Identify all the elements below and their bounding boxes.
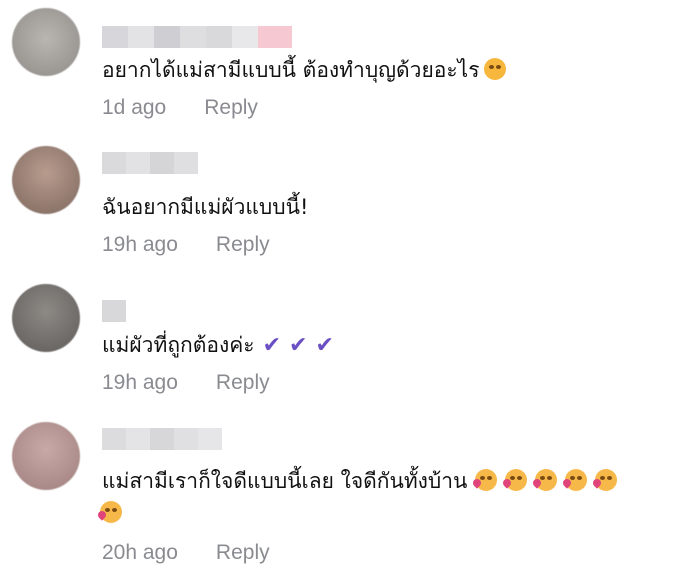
smiling-face-with-hearts-icon xyxy=(96,501,122,523)
comment-text-content: แม่สามีเราก็ใจดีแบบนี้เลย ใจดีกันทั้งบ้า… xyxy=(102,469,468,493)
comment-text-content: แม่ผัวที่ถูกต้องค่ะ xyxy=(102,333,255,357)
smiling-face-with-hearts-icon xyxy=(531,469,558,491)
username-blurred[interactable] xyxy=(102,26,292,48)
comment-text: แม่ผัวที่ถูกต้องค่ะ ✔ ✔ ✔ xyxy=(102,330,334,361)
reply-button[interactable]: Reply xyxy=(216,233,270,256)
comment-meta: 19h ago Reply xyxy=(102,371,270,395)
timestamp: 1d ago xyxy=(102,96,167,119)
pleading-face-icon xyxy=(483,58,506,80)
comment-meta: 20h ago Reply xyxy=(102,541,270,565)
avatar[interactable] xyxy=(12,8,80,76)
comment-text-content: อยากได้แม่สามีแบบนี้ ต้องทำบุญด้วยอะไร xyxy=(102,58,480,82)
avatar[interactable] xyxy=(12,284,80,352)
timestamp: 19h ago xyxy=(102,233,178,256)
comment-meta: 1d ago Reply xyxy=(102,96,258,120)
comment-text-content: ฉันอยากมีแม่ผัวแบบนี้! xyxy=(102,195,309,219)
comment-text: แม่สามีเราก็ใจดีแบบนี้เลย ใจดีกันทั้งบ้า… xyxy=(102,466,618,496)
reply-button[interactable]: Reply xyxy=(216,541,270,564)
smiling-face-with-hearts-icon xyxy=(591,469,618,491)
username-blurred[interactable] xyxy=(102,428,222,450)
timestamp: 20h ago xyxy=(102,541,178,564)
smiling-face-with-hearts-icon xyxy=(501,469,528,491)
username-blurred[interactable] xyxy=(102,300,126,322)
check-mark-icon: ✔ xyxy=(315,333,334,358)
check-mark-icon: ✔ xyxy=(262,333,282,358)
comment-text: ฉันอยากมีแม่ผัวแบบนี้! xyxy=(102,192,308,222)
avatar[interactable] xyxy=(12,422,80,490)
reply-button[interactable]: Reply xyxy=(204,96,258,119)
check-mark-icon: ✔ xyxy=(289,333,308,358)
smiling-face-with-hearts-icon xyxy=(471,469,498,491)
comment-text-continued xyxy=(96,498,122,528)
avatar[interactable] xyxy=(12,146,80,214)
comment-meta: 19h ago Reply xyxy=(102,233,270,257)
timestamp: 19h ago xyxy=(102,371,178,394)
username-blurred[interactable] xyxy=(102,152,198,174)
smiling-face-with-hearts-icon xyxy=(561,469,588,491)
comment-text: อยากได้แม่สามีแบบนี้ ต้องทำบุญด้วยอะไร xyxy=(102,55,506,85)
reply-button[interactable]: Reply xyxy=(216,371,270,394)
